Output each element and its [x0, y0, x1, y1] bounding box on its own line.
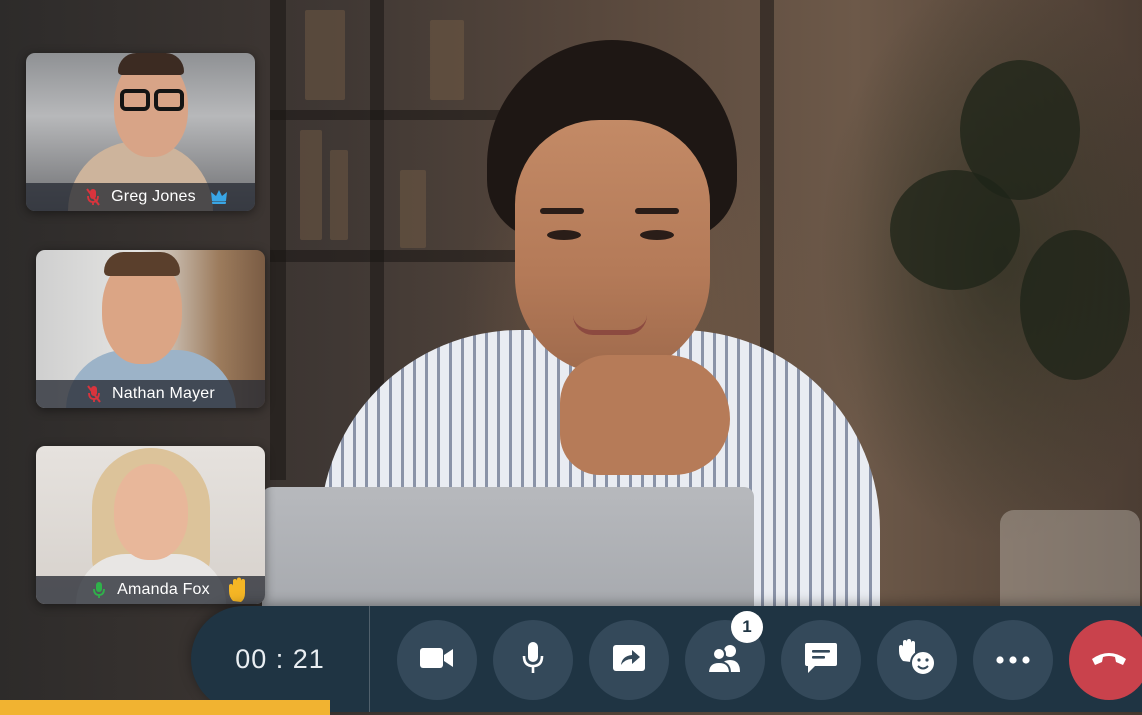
participant-name: Greg Jones — [111, 188, 196, 205]
background-shelf — [270, 0, 286, 480]
share-screen-icon — [612, 644, 646, 677]
background-book — [400, 170, 426, 248]
microphone-button[interactable] — [493, 620, 573, 700]
video-camera-icon — [419, 645, 455, 676]
mic-muted-icon[interactable] — [86, 385, 102, 403]
speaker-smile — [573, 315, 647, 335]
participant-name-bar: Amanda Fox — [36, 576, 265, 604]
participant-tile-amanda[interactable]: Amanda Fox — [36, 446, 265, 604]
control-divider — [369, 606, 370, 712]
camera-button[interactable] — [397, 620, 477, 700]
crown-icon — [209, 186, 229, 211]
speaker-face — [515, 120, 710, 375]
chat-button[interactable] — [781, 620, 861, 700]
participant-name-bar: Nathan Mayer — [36, 380, 265, 408]
background-plant-pot — [1000, 510, 1140, 620]
chat-icon — [804, 642, 838, 679]
background-book — [305, 10, 345, 100]
participant-tile-nathan[interactable]: Nathan Mayer — [36, 250, 265, 408]
speaker-eye — [640, 230, 674, 240]
call-timer: 00 : 21 — [235, 643, 325, 674]
participant-name: Nathan Mayer — [112, 385, 215, 402]
more-options-button[interactable] — [973, 620, 1053, 700]
participant-name-bar: Greg Jones — [26, 183, 255, 211]
participants-count-badge: 1 — [731, 611, 763, 643]
glasses — [120, 89, 150, 111]
end-call-icon — [1090, 649, 1128, 672]
mic-active-icon[interactable] — [91, 581, 107, 599]
end-call-button[interactable] — [1069, 620, 1142, 700]
background-book — [300, 130, 322, 240]
background-book — [330, 150, 348, 240]
share-screen-button[interactable] — [589, 620, 669, 700]
speaker-eye — [547, 230, 581, 240]
background-plant-leaf — [960, 60, 1080, 200]
speaker-brow — [635, 208, 679, 214]
microphone-icon — [520, 641, 546, 680]
reactions-button[interactable] — [877, 620, 957, 700]
speaker-brow — [540, 208, 584, 214]
background-book — [430, 20, 464, 100]
background-shelf — [270, 250, 530, 262]
speaker-hand — [560, 355, 730, 475]
raise-hand-reaction-icon — [897, 638, 937, 682]
bottom-accent-strip — [0, 700, 330, 715]
raised-hand-icon — [227, 577, 249, 604]
participant-hair — [104, 252, 180, 276]
more-options-icon — [995, 651, 1031, 669]
participant-head — [114, 464, 188, 560]
mic-muted-icon[interactable] — [85, 188, 101, 206]
background-shelf — [270, 110, 500, 120]
glasses — [154, 89, 184, 111]
participant-hair — [118, 53, 184, 75]
participant-name: Amanda Fox — [117, 581, 210, 598]
background-plant-leaf — [1020, 230, 1130, 380]
participants-icon — [706, 643, 744, 678]
participant-tile-greg[interactable]: Greg Jones — [26, 53, 255, 211]
